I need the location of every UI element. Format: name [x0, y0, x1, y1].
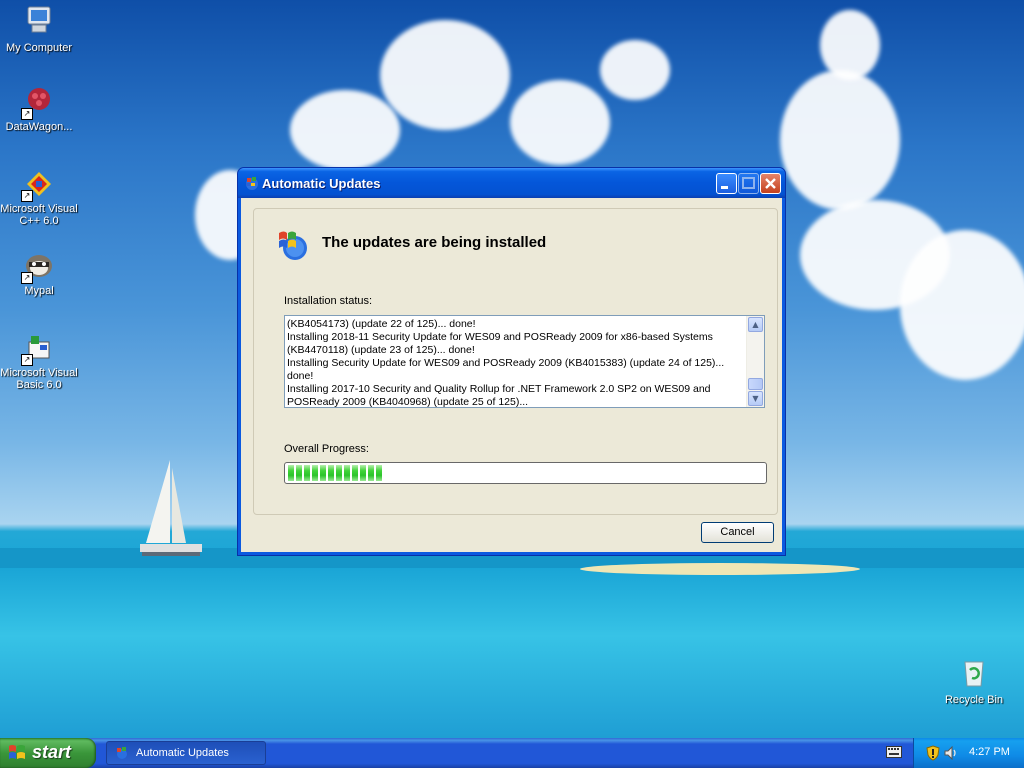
desktop-icon-visual-basic[interactable]: ↗ Microsoft Visual Basic 6.0 [0, 332, 79, 391]
taskbar: start Automatic Updates 4:27 PM [0, 738, 1024, 768]
chevron-down-icon: ▼ [752, 394, 759, 403]
system-tray: 4:27 PM [913, 738, 1024, 768]
wallpaper-cloud [820, 10, 880, 80]
computer-icon [27, 6, 51, 33]
desktop-icon-mypal[interactable]: ↗ Mypal [0, 250, 79, 297]
cancel-button[interactable]: Cancel [701, 522, 774, 543]
progress-segment [328, 465, 334, 481]
status-log-line: (KB4054173) (update 22 of 125)... done! [287, 318, 476, 330]
shortcut-arrow-icon: ↗ [21, 108, 33, 120]
visual-basic-icon: ↗ [21, 332, 55, 366]
page-title: The updates are being installed [322, 234, 547, 251]
progress-segment [312, 465, 318, 481]
progress-segment [376, 465, 382, 481]
desktop-icon-label: DataWagon... [5, 121, 73, 133]
window-title: Automatic Updates [262, 176, 381, 191]
windows-logo-icon [279, 231, 307, 260]
wallpaper-island [580, 563, 860, 575]
overall-progress-label: Overall Progress: [284, 443, 369, 455]
window-client-area: The updates are being installed Installa… [241, 198, 782, 552]
wallpaper-cloud [900, 230, 1024, 380]
desktop-icon-visual-cpp[interactable]: ↗ Microsoft Visual C++ 6.0 [0, 168, 79, 227]
chevron-up-icon: ▲ [752, 320, 759, 329]
shortcut-arrow-icon: ↗ [21, 190, 33, 202]
status-log-line: done! [287, 370, 314, 382]
progress-segment [304, 465, 310, 481]
windows-update-icon [246, 177, 258, 190]
installation-status-label: Installation status: [284, 295, 373, 307]
status-log-line: Installing Security Update for WES09 and… [287, 357, 725, 369]
wallpaper-cloud [600, 40, 670, 100]
desktop-icon-label: My Computer [5, 42, 73, 54]
overall-progress-bar [284, 462, 767, 484]
desktop-icon-my-computer[interactable]: My Computer [0, 4, 79, 54]
status-log-line: Installing 2018-11 Security Update for W… [287, 331, 713, 343]
wallpaper-cloud [290, 90, 400, 170]
recycle-bin-icon [964, 661, 984, 687]
wallpaper-cloud [380, 20, 510, 130]
visual-cpp-icon: ↗ [21, 168, 55, 202]
scroll-up-button[interactable]: ▲ [748, 317, 763, 332]
title-bar[interactable]: Automatic Updates [238, 168, 785, 198]
shortcut-arrow-icon: ↗ [21, 354, 33, 366]
progress-segment [368, 465, 374, 481]
progress-segment [296, 465, 302, 481]
windows-update-icon [117, 747, 127, 759]
clock: 4:27 PM [969, 746, 1010, 758]
sailboat-image [140, 460, 202, 556]
mypal-raccoon-icon: ↗ [21, 250, 55, 284]
progress-segment [352, 465, 358, 481]
status-log-lines: (KB4054173) (update 22 of 125)... done! I… [287, 318, 747, 408]
close-button[interactable] [760, 173, 781, 194]
start-button[interactable]: start [0, 738, 96, 768]
desktop-icon-recycle-bin[interactable]: Recycle Bin [934, 656, 1014, 706]
installation-status-log[interactable]: (KB4054173) (update 22 of 125)... done! I… [284, 315, 765, 408]
wallpaper-cloud [780, 70, 900, 210]
start-label: start [32, 742, 72, 762]
windows-flag-icon [9, 745, 25, 759]
maximize-icon [742, 177, 755, 189]
progress-segment [360, 465, 366, 481]
desktop-icon-label: Microsoft Visual Basic 6.0 [0, 367, 78, 391]
desktop-icon-label: Recycle Bin [944, 694, 1004, 706]
progress-segment [288, 465, 294, 481]
content-panel: The updates are being installed Installa… [253, 208, 778, 515]
taskbar-button-label: Automatic Updates [136, 747, 229, 759]
minimize-button[interactable] [716, 173, 737, 194]
desktop-icon-label: Microsoft Visual C++ 6.0 [0, 203, 78, 227]
shortcut-arrow-icon: ↗ [21, 272, 33, 284]
progress-fill [288, 465, 763, 481]
status-log-line: (KB4470118) (update 23 of 125)... done! [287, 344, 475, 356]
scroll-thumb[interactable] [748, 378, 763, 390]
scroll-down-button[interactable]: ▼ [748, 391, 763, 406]
desktop-icon-datawagon[interactable]: ↗ DataWagon... [0, 86, 79, 133]
vertical-scrollbar[interactable]: ▲ ▼ [746, 316, 764, 407]
datawagon-icon: ↗ [21, 86, 55, 120]
status-log-line: Installing 2017-10 Security and Quality … [287, 383, 711, 395]
taskbar-button-automatic-updates[interactable]: Automatic Updates [106, 741, 266, 765]
progress-segment [320, 465, 326, 481]
wallpaper-sea [0, 568, 1024, 738]
keyboard-icon[interactable] [886, 746, 902, 758]
security-shield-icon[interactable] [926, 745, 940, 761]
wallpaper-cloud [510, 80, 610, 165]
desktop-icon-label: Mypal [24, 285, 54, 297]
automatic-updates-window: Automatic Updates The updates are being … [237, 167, 786, 556]
progress-segment [336, 465, 342, 481]
minimize-icon [721, 186, 728, 189]
maximize-button [738, 173, 759, 194]
close-icon [765, 178, 776, 189]
progress-segment [344, 465, 350, 481]
status-log-line: POSReady 2009 (KB4040968) (update 25 of … [287, 396, 529, 408]
volume-icon[interactable] [944, 746, 958, 760]
